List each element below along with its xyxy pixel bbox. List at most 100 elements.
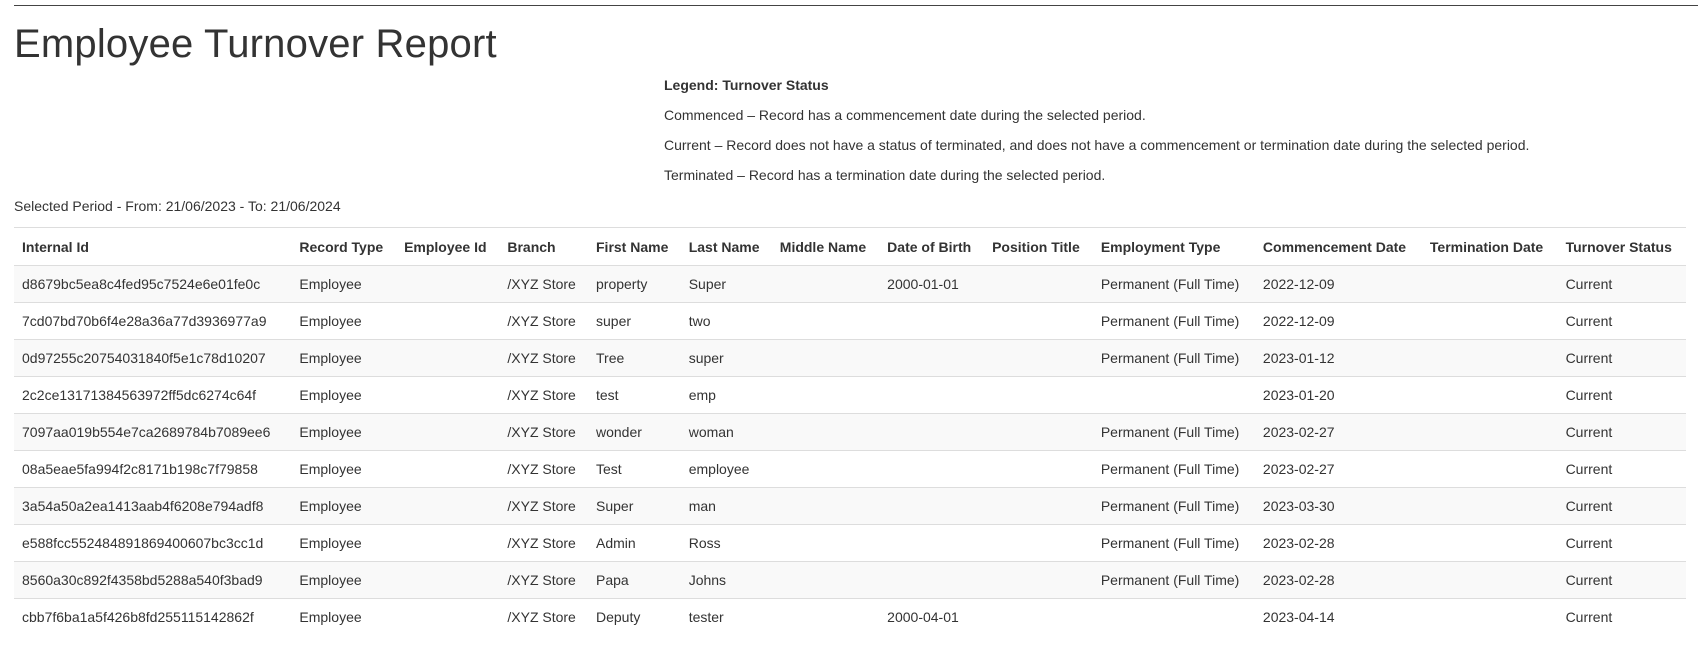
table-cell: Super [680, 265, 772, 303]
table-cell: Permanent (Full Time) [1092, 487, 1255, 525]
table-cell: /XYZ Store [499, 265, 588, 303]
table-cell: /XYZ Store [499, 524, 588, 562]
table-cell: employee [680, 450, 772, 488]
table-cell: woman [680, 413, 772, 451]
table-body: d8679bc5ea8c4fed95c7524e6e01fe0c Employee… [14, 265, 1686, 635]
table-cell [879, 524, 985, 562]
table-cell: 2c2ce13171384563972ff5dc6274c64f [14, 376, 292, 414]
table-cell: 0d97255c20754031840f5e1c78d10207 [14, 339, 292, 377]
table-cell: Employee [291, 524, 397, 562]
table-cell [396, 302, 500, 340]
column-header: Turnover Status [1557, 227, 1686, 266]
table-cell: Johns [680, 561, 772, 599]
table-cell: wonder [588, 413, 681, 451]
table-cell [984, 265, 1093, 303]
table-cell [879, 413, 985, 451]
table-cell: Ross [680, 524, 772, 562]
table-cell: Employee [291, 561, 397, 599]
table-cell: Permanent (Full Time) [1092, 561, 1255, 599]
table-cell [1421, 561, 1558, 599]
table-cell: 2023-02-27 [1254, 413, 1422, 451]
table-cell: 2023-02-28 [1254, 561, 1422, 599]
table-cell [396, 598, 500, 635]
table-cell: test [588, 376, 681, 414]
table-cell [771, 265, 880, 303]
table-cell [879, 487, 985, 525]
table-row: cbb7f6ba1a5f426b8fd255115142862f Employee… [14, 598, 1686, 635]
legend-heading: Legend: Turnover Status [664, 77, 829, 93]
table-row: d8679bc5ea8c4fed95c7524e6e01fe0c Employee… [14, 265, 1686, 303]
turnover-table: Internal Id Record Type Employee Id Branch F… [14, 227, 1686, 635]
table-cell: 2023-02-27 [1254, 450, 1422, 488]
table-cell: Permanent (Full Time) [1092, 302, 1255, 340]
table-cell [984, 598, 1093, 635]
table-cell: two [680, 302, 772, 340]
table-cell: Employee [291, 487, 397, 525]
table-cell: 8560a30c892f4358bd5288a540f3bad9 [14, 561, 292, 599]
table-cell: 7097aa019b554e7ca2689784b7089ee6 [14, 413, 292, 451]
table-cell [1421, 450, 1558, 488]
table-cell [984, 487, 1093, 525]
table-cell: /XYZ Store [499, 339, 588, 377]
table-cell: Current [1557, 561, 1686, 599]
table-cell [879, 376, 985, 414]
column-header: Internal Id [14, 227, 292, 266]
table-cell [396, 561, 500, 599]
table-cell: Current [1557, 487, 1686, 525]
table-cell: /XYZ Store [499, 376, 588, 414]
table-cell: /XYZ Store [499, 413, 588, 451]
table-cell: Permanent (Full Time) [1092, 413, 1255, 451]
table-cell [1421, 413, 1558, 451]
table-cell: Current [1557, 376, 1686, 414]
table-cell: 3a54a50a2ea1413aab4f6208e794adf8 [14, 487, 292, 525]
table-cell [771, 376, 880, 414]
table-cell [396, 450, 500, 488]
table-cell: Admin [588, 524, 681, 562]
table-cell: 7cd07bd70b6f4e28a36a77d3936977a9 [14, 302, 292, 340]
table-cell [396, 413, 500, 451]
table-cell: /XYZ Store [499, 487, 588, 525]
table-cell: Current [1557, 339, 1686, 377]
table-cell [1092, 376, 1255, 414]
column-header: Branch [499, 227, 588, 266]
legend-current: Current – Record does not have a status … [664, 137, 1530, 153]
table-cell [879, 450, 985, 488]
column-header: Position Title [984, 227, 1093, 266]
table-cell [396, 487, 500, 525]
table-cell: Deputy [588, 598, 681, 635]
table-cell: 2000-01-01 [879, 265, 985, 303]
table-cell: 2023-02-28 [1254, 524, 1422, 562]
table-cell: Test [588, 450, 681, 488]
table-cell [879, 302, 985, 340]
column-header: Middle Name [771, 227, 880, 266]
table-cell: Employee [291, 450, 397, 488]
table-row: 0d97255c20754031840f5e1c78d10207 Employee… [14, 339, 1686, 377]
table-cell [984, 524, 1093, 562]
table-cell: Current [1557, 413, 1686, 451]
table-cell [771, 302, 880, 340]
table-cell: Employee [291, 302, 397, 340]
table-cell [1092, 598, 1255, 635]
table-cell: /XYZ Store [499, 450, 588, 488]
table-cell: tester [680, 598, 772, 635]
column-header: Employee Id [396, 227, 500, 266]
table-cell: Permanent (Full Time) [1092, 450, 1255, 488]
table-cell [984, 302, 1093, 340]
table-cell: Current [1557, 598, 1686, 635]
table-cell: Permanent (Full Time) [1092, 524, 1255, 562]
table-cell: 2023-01-20 [1254, 376, 1422, 414]
table-cell: 08a5eae5fa994f2c8171b198c7f79858 [14, 450, 292, 488]
table-cell [984, 339, 1093, 377]
column-header: Date of Birth [879, 227, 985, 266]
table-cell: e588fcc552484891869400607bc3cc1d [14, 524, 292, 562]
table-cell [1421, 302, 1558, 340]
table-cell [1421, 487, 1558, 525]
table-cell [984, 561, 1093, 599]
turnover-legend: Legend: Turnover Status Commenced – Reco… [664, 77, 1529, 197]
table-header-row: Internal Id Record Type Employee Id Branch F… [14, 227, 1686, 266]
table-cell [771, 413, 880, 451]
table-cell [984, 450, 1093, 488]
table-cell [1421, 598, 1558, 635]
table-row: 7097aa019b554e7ca2689784b7089ee6 Employee… [14, 413, 1686, 451]
table-cell [1421, 339, 1558, 377]
